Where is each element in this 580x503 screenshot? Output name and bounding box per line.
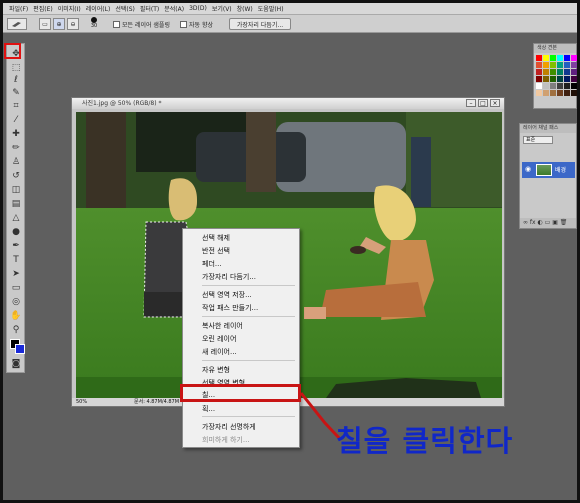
screen: 파일(F) 편집(E) 이미지(I) 레이어(L) 선택(S) 필터(T) 분석… [0, 0, 580, 503]
annotation-text: 칠을 클릭한다 [336, 424, 514, 458]
